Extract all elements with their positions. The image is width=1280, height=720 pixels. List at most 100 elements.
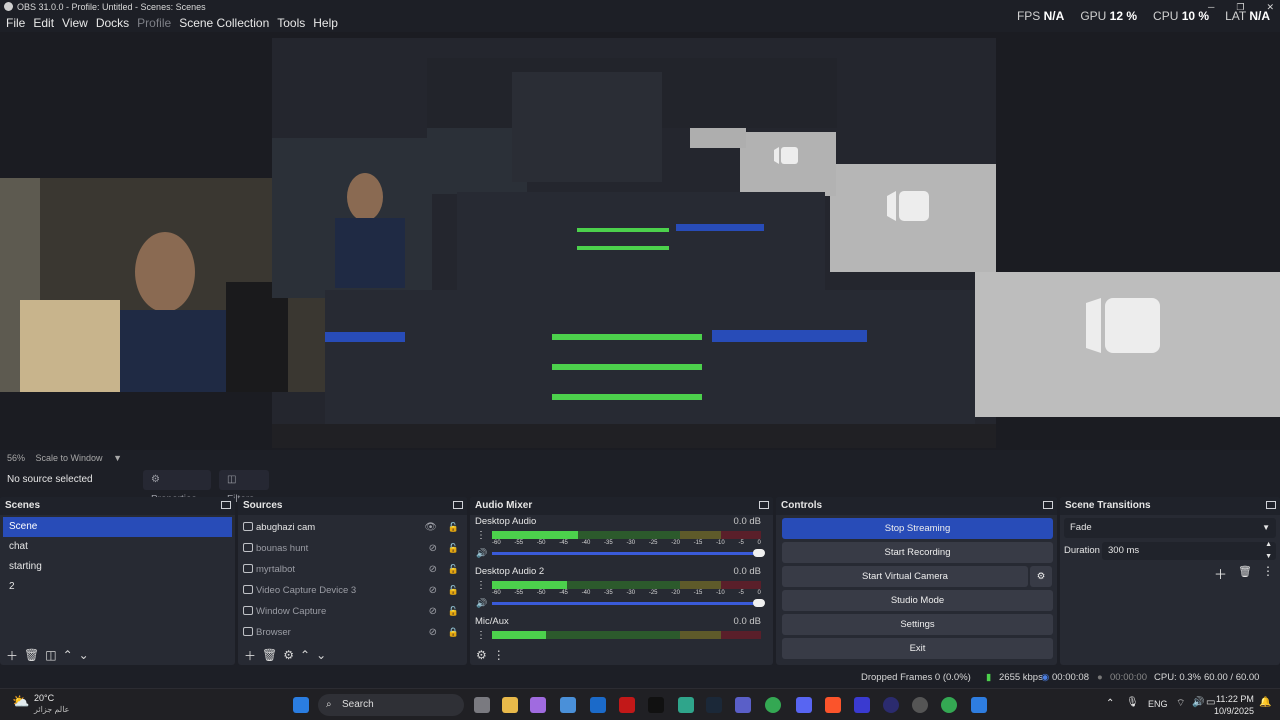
hidden-eye-icon[interactable]: ⊘	[429, 601, 437, 622]
transition-select[interactable]: Fade ▼	[1064, 518, 1276, 538]
unlock-icon[interactable]: 🔓	[448, 538, 459, 559]
source-item[interactable]: Browser ⊘ 🔒	[238, 622, 467, 643]
channel-menu-icon[interactable]: ⋮	[476, 530, 486, 541]
tray-chevron-icon[interactable]: ⌃	[1106, 698, 1114, 709]
outlook-icon[interactable]	[590, 697, 606, 713]
scale-mode-dropdown[interactable]: Scale to Window	[36, 453, 103, 463]
undock-icon[interactable]	[1043, 501, 1053, 509]
store-icon[interactable]	[560, 697, 576, 713]
unlock-icon[interactable]: 🔓	[448, 559, 459, 580]
source-item[interactable]: abughazi cam 👁 🔓	[238, 517, 467, 538]
virtual-camera-gear-icon[interactable]: ⚙	[1030, 566, 1052, 587]
hidden-eye-icon[interactable]: ⊘	[429, 580, 437, 601]
menu-scene-collection[interactable]: Scene Collection	[175, 14, 273, 32]
stop-streaming-button[interactable]: Stop Streaming	[782, 518, 1053, 539]
brave-icon[interactable]	[825, 697, 841, 713]
volume-slider-handle[interactable]	[753, 549, 765, 557]
menu-help[interactable]: Help	[309, 14, 342, 32]
source-item[interactable]: bounas hunt ⊘ 🔓	[238, 538, 467, 559]
menu-tools[interactable]: Tools	[273, 14, 309, 32]
tiktok-icon[interactable]	[648, 697, 664, 713]
scene-item[interactable]: starting	[3, 557, 232, 577]
menu-file[interactable]: File	[2, 14, 29, 32]
start-recording-button[interactable]: Start Recording	[782, 542, 1053, 563]
discord-icon[interactable]	[796, 697, 812, 713]
weather-icon[interactable]: ⛅	[12, 693, 29, 710]
remove-source-button[interactable]: 🗑	[262, 648, 277, 662]
visibility-eye-icon[interactable]: 👁	[424, 517, 437, 538]
remove-transition-button[interactable]: 🗑	[1238, 565, 1252, 578]
move-source-down-button[interactable]: ⌄	[316, 648, 326, 662]
advanced-audio-gear-icon[interactable]: ⚙	[476, 648, 487, 662]
whatsapp-icon[interactable]	[678, 697, 694, 713]
source-item[interactable]: myrtalbot ⊘ 🔓	[238, 559, 467, 580]
undock-icon[interactable]	[759, 501, 769, 509]
start-virtual-camera-button[interactable]: Start Virtual Camera	[782, 566, 1028, 587]
netflix-icon[interactable]	[619, 697, 635, 713]
spin-arrows-icon[interactable]: ▲ ▼	[1265, 539, 1272, 563]
copilot-icon[interactable]	[530, 697, 546, 713]
scene-filters-button[interactable]: ◫	[45, 648, 56, 662]
duration-spinbox[interactable]: 300 ms ▲ ▼	[1102, 539, 1276, 563]
undock-icon[interactable]	[453, 501, 463, 509]
notification-bell-icon[interactable]: 🔔	[1259, 697, 1271, 708]
scene-item[interactable]: Scene	[3, 517, 232, 537]
preview-canvas[interactable]	[0, 32, 1280, 450]
source-properties-button[interactable]: ⚙	[283, 648, 294, 662]
chevron-down-icon[interactable]: ▼	[113, 453, 122, 463]
speaker-icon[interactable]: 🔊	[476, 598, 487, 609]
app-icon[interactable]	[883, 697, 899, 713]
menu-docks[interactable]: Docks	[92, 14, 133, 32]
source-item[interactable]: Video Capture Device 3 ⊘ 🔓	[238, 580, 467, 601]
unlock-icon[interactable]: 🔓	[448, 601, 459, 622]
channel-menu-icon[interactable]: ⋮	[476, 580, 486, 591]
settings-button[interactable]: Settings	[782, 614, 1053, 635]
add-transition-button[interactable]: ＋	[1214, 564, 1227, 583]
mixer-menu-icon[interactable]: ⋮	[493, 648, 505, 662]
windows-start-icon[interactable]	[293, 697, 309, 713]
add-scene-button[interactable]: ＋	[6, 647, 18, 664]
transition-menu-icon[interactable]: ⋮	[1262, 564, 1274, 578]
properties-button[interactable]: ⚙ Properties	[143, 470, 211, 505]
undock-icon[interactable]	[221, 501, 231, 509]
chrome-profile-icon[interactable]	[941, 697, 957, 713]
volume-slider[interactable]	[492, 549, 765, 557]
speaker-icon[interactable]: 🔊	[476, 548, 487, 559]
scene-item[interactable]: 2	[3, 577, 232, 597]
task-view-icon[interactable]	[474, 697, 490, 713]
source-item[interactable]: Window Capture ⊘ 🔓	[238, 601, 467, 622]
teams-icon[interactable]	[735, 697, 751, 713]
language-indicator[interactable]: ENG	[1148, 699, 1168, 709]
steam-icon[interactable]	[706, 697, 722, 713]
move-scene-up-button[interactable]: ⌃	[63, 648, 73, 662]
scene-item[interactable]: chat	[3, 537, 232, 557]
volume-slider-handle[interactable]	[753, 599, 765, 607]
move-source-up-button[interactable]: ⌃	[300, 648, 310, 662]
menu-view[interactable]: View	[58, 14, 92, 32]
vpn-icon[interactable]	[971, 697, 987, 713]
menu-edit[interactable]: Edit	[29, 14, 58, 32]
add-source-button[interactable]: ＋	[244, 647, 256, 664]
unlock-icon[interactable]: 🔓	[448, 580, 459, 601]
volume-icon[interactable]: 🔊	[1192, 697, 1204, 708]
microphone-icon[interactable]: 🎙	[1126, 697, 1139, 708]
taskbar-search[interactable]: ⌕ Search	[318, 694, 464, 716]
obs-taskbar-icon[interactable]	[912, 697, 928, 713]
clock-date[interactable]: 10/9/2025	[1214, 706, 1254, 716]
unlock-icon[interactable]: 🔓	[448, 517, 459, 538]
hidden-eye-icon[interactable]: ⊘	[429, 622, 437, 643]
exit-button[interactable]: Exit	[782, 638, 1053, 659]
remove-scene-button[interactable]: 🗑	[24, 648, 39, 662]
hidden-eye-icon[interactable]: ⊘	[429, 538, 437, 559]
volume-slider[interactable]	[492, 599, 765, 607]
lock-icon[interactable]: 🔒	[448, 622, 459, 643]
channel-menu-icon[interactable]: ⋮	[476, 630, 486, 641]
filters-button[interactable]: ◫ Filters	[219, 470, 269, 505]
chrome-icon[interactable]	[765, 697, 781, 713]
undock-icon[interactable]	[1266, 501, 1276, 509]
move-scene-down-button[interactable]: ⌄	[79, 648, 89, 662]
hidden-eye-icon[interactable]: ⊘	[429, 559, 437, 580]
studio-mode-button[interactable]: Studio Mode	[782, 590, 1053, 611]
clock-time[interactable]: 11:22 PM	[1216, 694, 1254, 704]
file-explorer-icon[interactable]	[502, 697, 518, 713]
